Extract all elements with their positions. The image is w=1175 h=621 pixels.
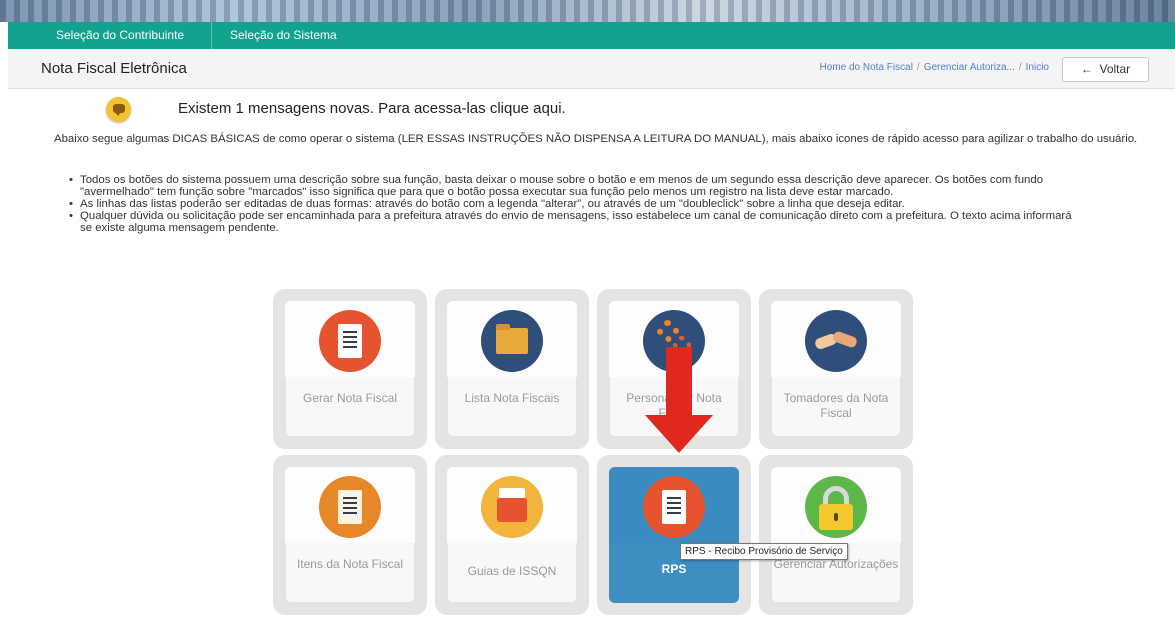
tile-lista-nota-fiscais[interactable]: Lista Nota Fiscais [435, 289, 589, 449]
lock-icon [805, 476, 867, 538]
nav-selecao-sistema[interactable]: Seleção do Sistema [230, 22, 337, 49]
tile-itens-nota-fiscal[interactable]: Itens da Nota Fiscal [273, 455, 427, 615]
red-arrow-down-icon [645, 347, 713, 453]
tile-label: Lista Nota Fiscais [464, 391, 560, 405]
breadcrumb: Home do Nota Fiscal / Gerenciar Autoriza..… [819, 62, 1049, 73]
receipt-icon [643, 476, 705, 538]
handshake-icon [805, 310, 867, 372]
back-button[interactable]: ← Voltar [1062, 57, 1149, 82]
cash-register-icon [481, 476, 543, 538]
arrow-left-icon: ← [1080, 62, 1093, 76]
nav-selecao-contribuinte[interactable]: Seleção do Contribuinte [56, 22, 184, 49]
page-header: Nota Fiscal Eletrônica Home do Nota Fisc… [8, 49, 1175, 89]
tile-label: Guias de ISSQN [467, 564, 557, 578]
nav-separator [211, 22, 212, 49]
intro-text: Abaixo segue algumas DICAS BÁSICAS de co… [54, 133, 1138, 145]
top-banner-image [0, 0, 1175, 22]
tile-label: Tomadores da Nota Fiscal [783, 391, 889, 420]
new-messages-text[interactable]: Existem 1 mensagens novas. Para acessa-l… [178, 100, 566, 117]
folder-icon [481, 310, 543, 372]
tile-gerenciar-autorizacoes[interactable]: Gerenciar Autorizações [759, 455, 913, 615]
tip-item: As linhas das listas poderão ser editada… [69, 198, 1085, 210]
breadcrumb-home[interactable]: Home do Nota Fiscal [820, 62, 913, 73]
back-button-label: Voltar [1099, 62, 1131, 76]
tile-gerar-nota-fiscal[interactable]: Gerar Nota Fiscal [273, 289, 427, 449]
checklist-icon [319, 476, 381, 538]
tile-guias-issqn[interactable]: Guias de ISSQN [435, 455, 589, 615]
tile-rps[interactable]: RPS [597, 455, 751, 615]
tile-label: Itens da Nota Fiscal [296, 557, 404, 571]
chat-bubble-icon[interactable] [106, 97, 131, 122]
tile-label: Gerar Nota Fiscal [302, 391, 398, 405]
page-title: Nota Fiscal Eletrônica [41, 60, 187, 77]
tile-tomadores-nota-fiscal[interactable]: Tomadores da Nota Fiscal [759, 289, 913, 449]
top-navbar: Seleção do Contribuinte Seleção do Siste… [8, 22, 1175, 49]
tip-item: Qualquer dúvida ou solicitação pode ser … [69, 210, 1085, 234]
receipt-icon [319, 310, 381, 372]
breadcrumb-inicio[interactable]: Inicio [1026, 62, 1049, 73]
breadcrumb-gerenciar[interactable]: Gerenciar Autoriza... [924, 62, 1015, 73]
tips-list: Todos os botões do sistema possuem uma d… [69, 174, 1085, 234]
tip-item: Todos os botões do sistema possuem uma d… [69, 174, 1085, 198]
tile-label: RPS [661, 562, 687, 576]
rps-tooltip: RPS - Recibo Provisório de Serviço [680, 543, 848, 560]
